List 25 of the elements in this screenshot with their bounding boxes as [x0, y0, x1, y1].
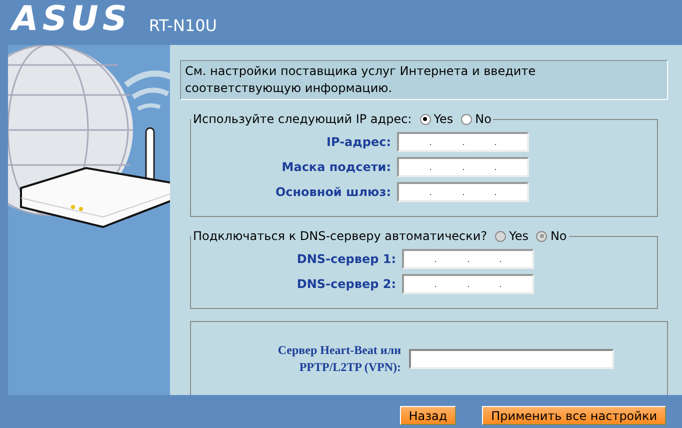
ip-field[interactable]: [397, 157, 529, 177]
radio-label: No: [550, 229, 567, 243]
action-button[interactable]: Назад: [400, 406, 456, 425]
field-label: Основной шлюз:: [275, 185, 391, 199]
radio-button[interactable]: [461, 114, 472, 124]
vpn-server-field[interactable]: [409, 348, 614, 368]
action-button[interactable]: Применить все настройки: [482, 406, 666, 425]
ip-field[interactable]: [402, 249, 534, 269]
group-legend: Подключаться к DNS-серверу автоматически?: [193, 229, 488, 243]
brand-logo: ASUS: [12, 1, 131, 37]
ip-field[interactable]: [397, 132, 529, 152]
field-label: Сервер Heart-Beat или PPTP/L2TP (VPN):: [276, 342, 401, 376]
radio-label: Yes: [509, 229, 528, 243]
ip-field[interactable]: [397, 182, 529, 202]
radio-label: No: [475, 112, 492, 126]
group-legend: Используйте следующий IP адрес:: [193, 112, 412, 126]
field-label: Маска подсети:: [282, 160, 391, 174]
radio-button[interactable]: [420, 114, 431, 124]
field-label: DNS-сервер 2:: [296, 277, 396, 291]
radio-label: Yes: [434, 112, 454, 126]
field-label: DNS-сервер 1:: [296, 252, 396, 266]
intro-text: См. настройки поставщика услуг Интернета и введите соответствующую информацию.: [180, 60, 668, 100]
field-label: IP-адрес:: [326, 135, 391, 149]
ip-field[interactable]: [402, 274, 534, 294]
model-name: RT-N10U: [148, 16, 217, 35]
